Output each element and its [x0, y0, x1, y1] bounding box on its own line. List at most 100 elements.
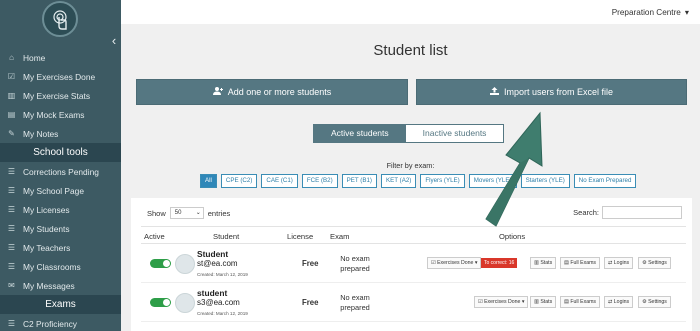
filter-cpe[interactable]: CPE (C2) [220, 174, 258, 188]
entries-label: entries [207, 208, 231, 218]
logo[interactable] [42, 1, 78, 37]
sidebar-item-students[interactable]: ☰ My Students [0, 219, 121, 238]
student-email: st@ea.com [197, 259, 238, 268]
sidebar-item-home[interactable]: ⌂ Home [0, 48, 121, 67]
sidebar-item-exercises-done[interactable]: ☑ My Exercises Done [0, 67, 121, 86]
document-icon: ▤ [7, 110, 16, 119]
sidebar-item-licenses[interactable]: ☰ My Licenses [0, 200, 121, 219]
account-menu[interactable]: Preparation Centre ▾ [611, 7, 689, 18]
active-toggle[interactable] [150, 259, 171, 268]
search-input[interactable] [602, 206, 682, 219]
filter-all[interactable]: All [200, 174, 217, 188]
sidebar-item-label: My School Page [23, 185, 84, 196]
sidebar-item-label: Corrections Pending [23, 166, 99, 177]
collapse-sidebar-icon[interactable]: ‹ [108, 34, 120, 48]
list-icon: ☰ [7, 167, 16, 176]
stats-label: Stats [540, 260, 553, 266]
stats-button[interactable]: ▥ Stats [530, 296, 557, 308]
sidebar-item-school-page[interactable]: ☰ My School Page [0, 181, 121, 200]
header-license[interactable]: License [287, 232, 313, 241]
header-options[interactable]: Options [499, 232, 525, 241]
sidebar-item-label: My Notes [23, 128, 59, 139]
filter-movers[interactable]: Movers (YLE) [468, 174, 517, 188]
table-row [141, 323, 686, 331]
exam-value: No exam prepared [340, 293, 370, 312]
sidebar-item-exercise-stats[interactable]: ▥ My Exercise Stats [0, 86, 121, 105]
chevron-down-icon: ▾ [684, 8, 689, 17]
exercises-done-label: Exercises Done [437, 260, 474, 266]
sidebar-item-label: My Exercises Done [23, 71, 96, 82]
exercises-done-label: Exercises Done [484, 299, 521, 305]
sidebar-item-c2-proficiency[interactable]: ☰ C2 Proficiency [0, 314, 121, 331]
active-toggle[interactable] [150, 298, 171, 307]
sidebar: ‹ ⌂ Home ☑ My Exercises Done ▥ My Exercise … [0, 0, 121, 331]
filter-flyers[interactable]: Flyers (YLE) [420, 174, 465, 188]
checkbox-icon: ☑ [7, 72, 16, 81]
sidebar-item-label: My Exercise Stats [23, 90, 91, 101]
logins-label: Logins [613, 260, 630, 266]
header-student[interactable]: Student [213, 232, 239, 241]
import-excel-button[interactable]: Import users from Excel file [416, 79, 687, 105]
table-header: Active Student License Exam Options [141, 226, 686, 244]
tab-active-students[interactable]: Active students [314, 125, 406, 142]
sidebar-item-teachers[interactable]: ☰ My Teachers [0, 238, 121, 257]
filter-pet[interactable]: PET (B1) [341, 174, 377, 188]
add-students-label: Add one or more students [227, 87, 332, 97]
edit-icon: ✎ [8, 129, 15, 138]
stats-button[interactable]: ▥ Stats [530, 257, 557, 269]
table-row: Student st@ea.com Created: March 12, 201… [141, 245, 686, 283]
sidebar-item-label: C2 Proficiency [23, 318, 77, 329]
add-user-icon [212, 87, 223, 97]
search-control: Search: [573, 206, 682, 219]
main-content: Student list Add one or more students Im… [121, 24, 700, 331]
filter-cae[interactable]: CAE (C1) [261, 174, 298, 188]
exercises-done-button[interactable]: ☑ Exercises Done ▾ [427, 257, 482, 269]
list-icon: ☰ [7, 186, 16, 195]
full-exams-button[interactable]: ▤ Full Exams [560, 257, 600, 269]
touch-icon [53, 10, 67, 30]
entries-select[interactable]: 50 ⌄ [169, 207, 204, 219]
sidebar-item-label: My Students [23, 223, 70, 234]
users-icon: ☰ [7, 262, 16, 271]
entries-value: 50 [174, 210, 182, 216]
header-active[interactable]: Active [144, 232, 165, 241]
sidebar-item-label: My Classrooms [23, 261, 81, 272]
avatar [175, 293, 195, 313]
exercises-done-button[interactable]: ☑ Exercises Done ▾ [474, 296, 529, 308]
filter-label: Filter by exam: [386, 161, 435, 170]
to-correct-badge[interactable]: To correct: 16 [481, 258, 518, 268]
license-value: Free [302, 298, 319, 307]
sidebar-item-label: My Mock Exams [23, 109, 85, 120]
header-exam[interactable]: Exam [330, 232, 349, 241]
student-name[interactable]: Student [197, 249, 228, 259]
centre-name: Preparation Centre [611, 7, 681, 17]
bar-chart-icon: ▥ [7, 91, 16, 100]
filter-no-exam[interactable]: No Exam Prepared [573, 174, 637, 188]
full-exams-button[interactable]: ▤ Full Exams [560, 296, 600, 308]
sidebar-item-messages[interactable]: ✉ My Messages [0, 276, 121, 295]
stats-label: Stats [540, 299, 553, 305]
filter-starters[interactable]: Starters (YLE) [520, 174, 570, 188]
sidebar-item-classrooms[interactable]: ☰ My Classrooms [0, 257, 121, 276]
settings-button[interactable]: ⚙ Settings [638, 257, 671, 269]
settings-label: Settings [648, 299, 667, 305]
settings-button[interactable]: ⚙ Settings [638, 296, 671, 308]
sidebar-item-label: My Messages [23, 280, 75, 291]
logins-button[interactable]: ⇄ Logins [604, 296, 634, 308]
list-icon: ☰ [7, 319, 16, 328]
student-name[interactable]: student [197, 288, 227, 298]
tab-inactive-students[interactable]: Inactive students [405, 125, 504, 142]
sidebar-item-mock-exams[interactable]: ▤ My Mock Exams [0, 105, 121, 124]
exam-value: No exam prepared [340, 254, 370, 273]
add-students-button[interactable]: Add one or more students [136, 79, 408, 105]
sidebar-item-corrections-pending[interactable]: ☰ Corrections Pending [0, 162, 121, 181]
sidebar-item-notes[interactable]: ✎ My Notes [0, 124, 121, 143]
filter-fce[interactable]: FCE (B2) [301, 174, 338, 188]
logins-button[interactable]: ⇄ Logins [604, 257, 634, 269]
filter-ket[interactable]: KET (A2) [381, 174, 417, 188]
mail-icon: ✉ [8, 281, 15, 290]
users-icon: ☰ [7, 243, 16, 252]
users-icon: ☰ [7, 224, 16, 233]
chevron-down-icon: ⌄ [195, 210, 201, 216]
home-icon: ⌂ [9, 53, 14, 62]
